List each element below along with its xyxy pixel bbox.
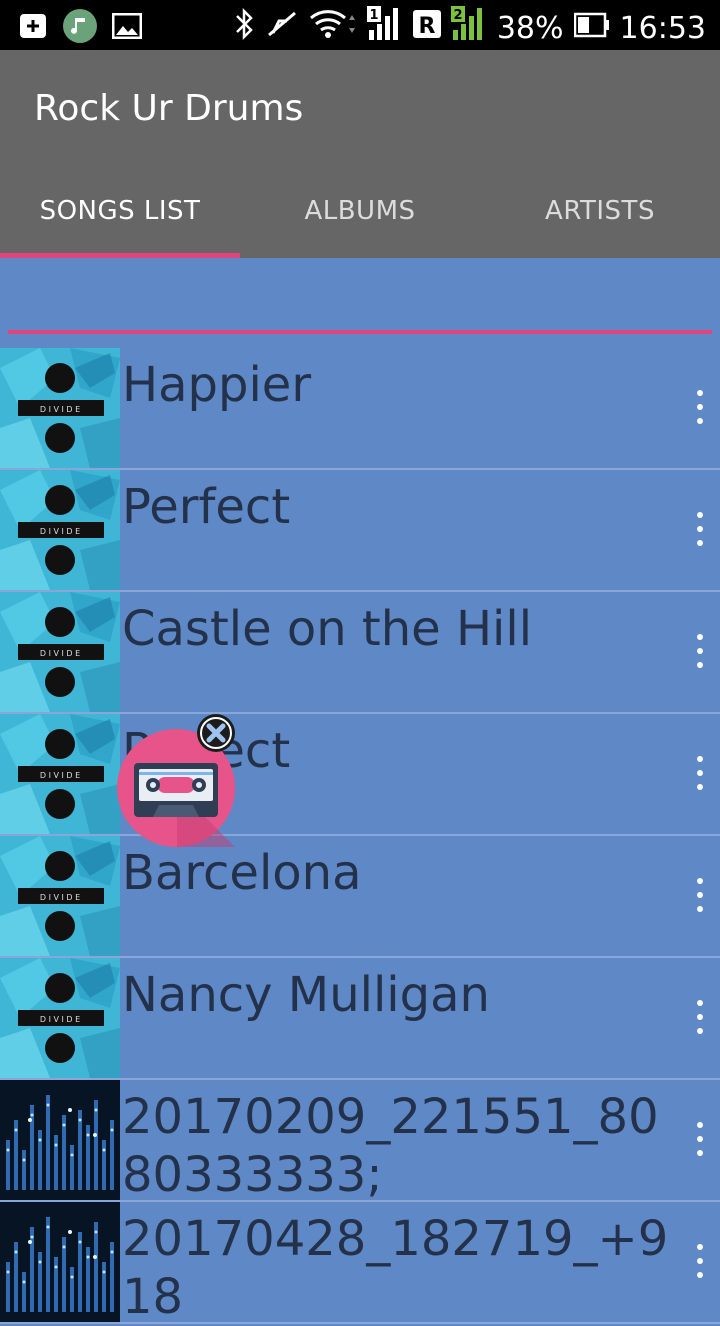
signal-sim1-icon: 1 <box>366 6 403 50</box>
app-bar: Rock Ur Drums SONGS LIST ALBUMS ARTISTS <box>0 50 720 258</box>
roaming-icon: R <box>412 9 441 47</box>
more-options-icon[interactable] <box>690 754 710 794</box>
song-row[interactable]: D I V I D E Barcelona <box>0 836 720 958</box>
clock: 16:53 <box>619 10 706 46</box>
music-app-icon <box>62 8 98 48</box>
more-options-icon[interactable] <box>690 1242 710 1282</box>
song-title: Perfect <box>122 479 291 535</box>
more-options-icon[interactable] <box>690 998 710 1038</box>
svg-text:D I V I D E: D I V I D E <box>40 405 80 414</box>
song-row[interactable]: 20170209_221551_8080333333; <box>0 1080 720 1203</box>
song-title: Happier <box>122 357 312 413</box>
song-row[interactable]: D I V I D E Perfect <box>0 470 720 592</box>
svg-text:D I V I D E: D I V I D E <box>40 771 80 780</box>
battery-icon <box>573 11 610 46</box>
album-art: D I V I D E <box>0 714 120 834</box>
svg-text:D I V I D E: D I V I D E <box>40 649 80 658</box>
more-options-icon[interactable] <box>690 1120 710 1160</box>
gallery-icon <box>111 12 143 43</box>
signal-sim2-icon: 2 <box>450 6 487 50</box>
song-row[interactable]: D I V I D E Nancy Mulligan <box>0 958 720 1080</box>
album-art: D I V I D E <box>0 592 120 712</box>
album-art <box>0 1202 120 1322</box>
song-row[interactable]: 20170428_182719_+918 <box>0 1202 720 1325</box>
svg-text:1: 1 <box>369 8 378 23</box>
battery-percent: 38% <box>496 10 564 46</box>
more-options-icon[interactable] <box>690 510 710 550</box>
bluetooth-icon <box>233 7 255 49</box>
song-title: Barcelona <box>122 845 362 901</box>
more-options-icon[interactable] <box>690 632 710 672</box>
song-row[interactable]: D I V I D E Castle on the Hill <box>0 592 720 714</box>
search-underline <box>8 330 712 334</box>
song-row[interactable]: D I V I D E Happier <box>0 348 720 470</box>
more-options-icon[interactable] <box>690 876 710 916</box>
close-icon <box>197 714 235 752</box>
tab-bar: SONGS LIST ALBUMS ARTISTS <box>0 170 720 258</box>
tab-albums[interactable]: ALBUMS <box>240 170 480 258</box>
wifi-icon <box>309 8 357 48</box>
svg-text:2: 2 <box>453 8 462 23</box>
song-title: 20170209_221551_8080333333; <box>122 1089 659 1203</box>
album-art: D I V I D E <box>0 348 120 468</box>
svg-text:R: R <box>418 14 435 39</box>
close-floating-player-button[interactable] <box>196 713 236 753</box>
song-title: 20170428_182719_+918 <box>122 1211 669 1325</box>
album-art: D I V I D E <box>0 470 120 590</box>
more-options-icon[interactable] <box>690 388 710 428</box>
svg-text:D I V I D E: D I V I D E <box>40 1015 80 1024</box>
album-art: D I V I D E <box>0 836 120 956</box>
add-notification-icon <box>18 11 48 45</box>
mute-icon <box>265 9 299 47</box>
svg-text:D I V I D E: D I V I D E <box>40 527 80 536</box>
album-art: D I V I D E <box>0 958 120 1078</box>
svg-text:D I V I D E: D I V I D E <box>40 893 80 902</box>
tab-songs-list[interactable]: SONGS LIST <box>0 170 240 258</box>
album-art <box>0 1080 120 1200</box>
tab-artists[interactable]: ARTISTS <box>480 170 720 258</box>
song-title: Castle on the Hill <box>122 601 533 657</box>
search-field[interactable] <box>0 258 720 348</box>
song-row[interactable]: D I V I D EPerfect <box>0 714 720 836</box>
song-title: Nancy Mulligan <box>122 967 490 1023</box>
status-bar: 1 R 2 38% 16:53 <box>0 0 720 50</box>
app-title: Rock Ur Drums <box>34 88 304 129</box>
